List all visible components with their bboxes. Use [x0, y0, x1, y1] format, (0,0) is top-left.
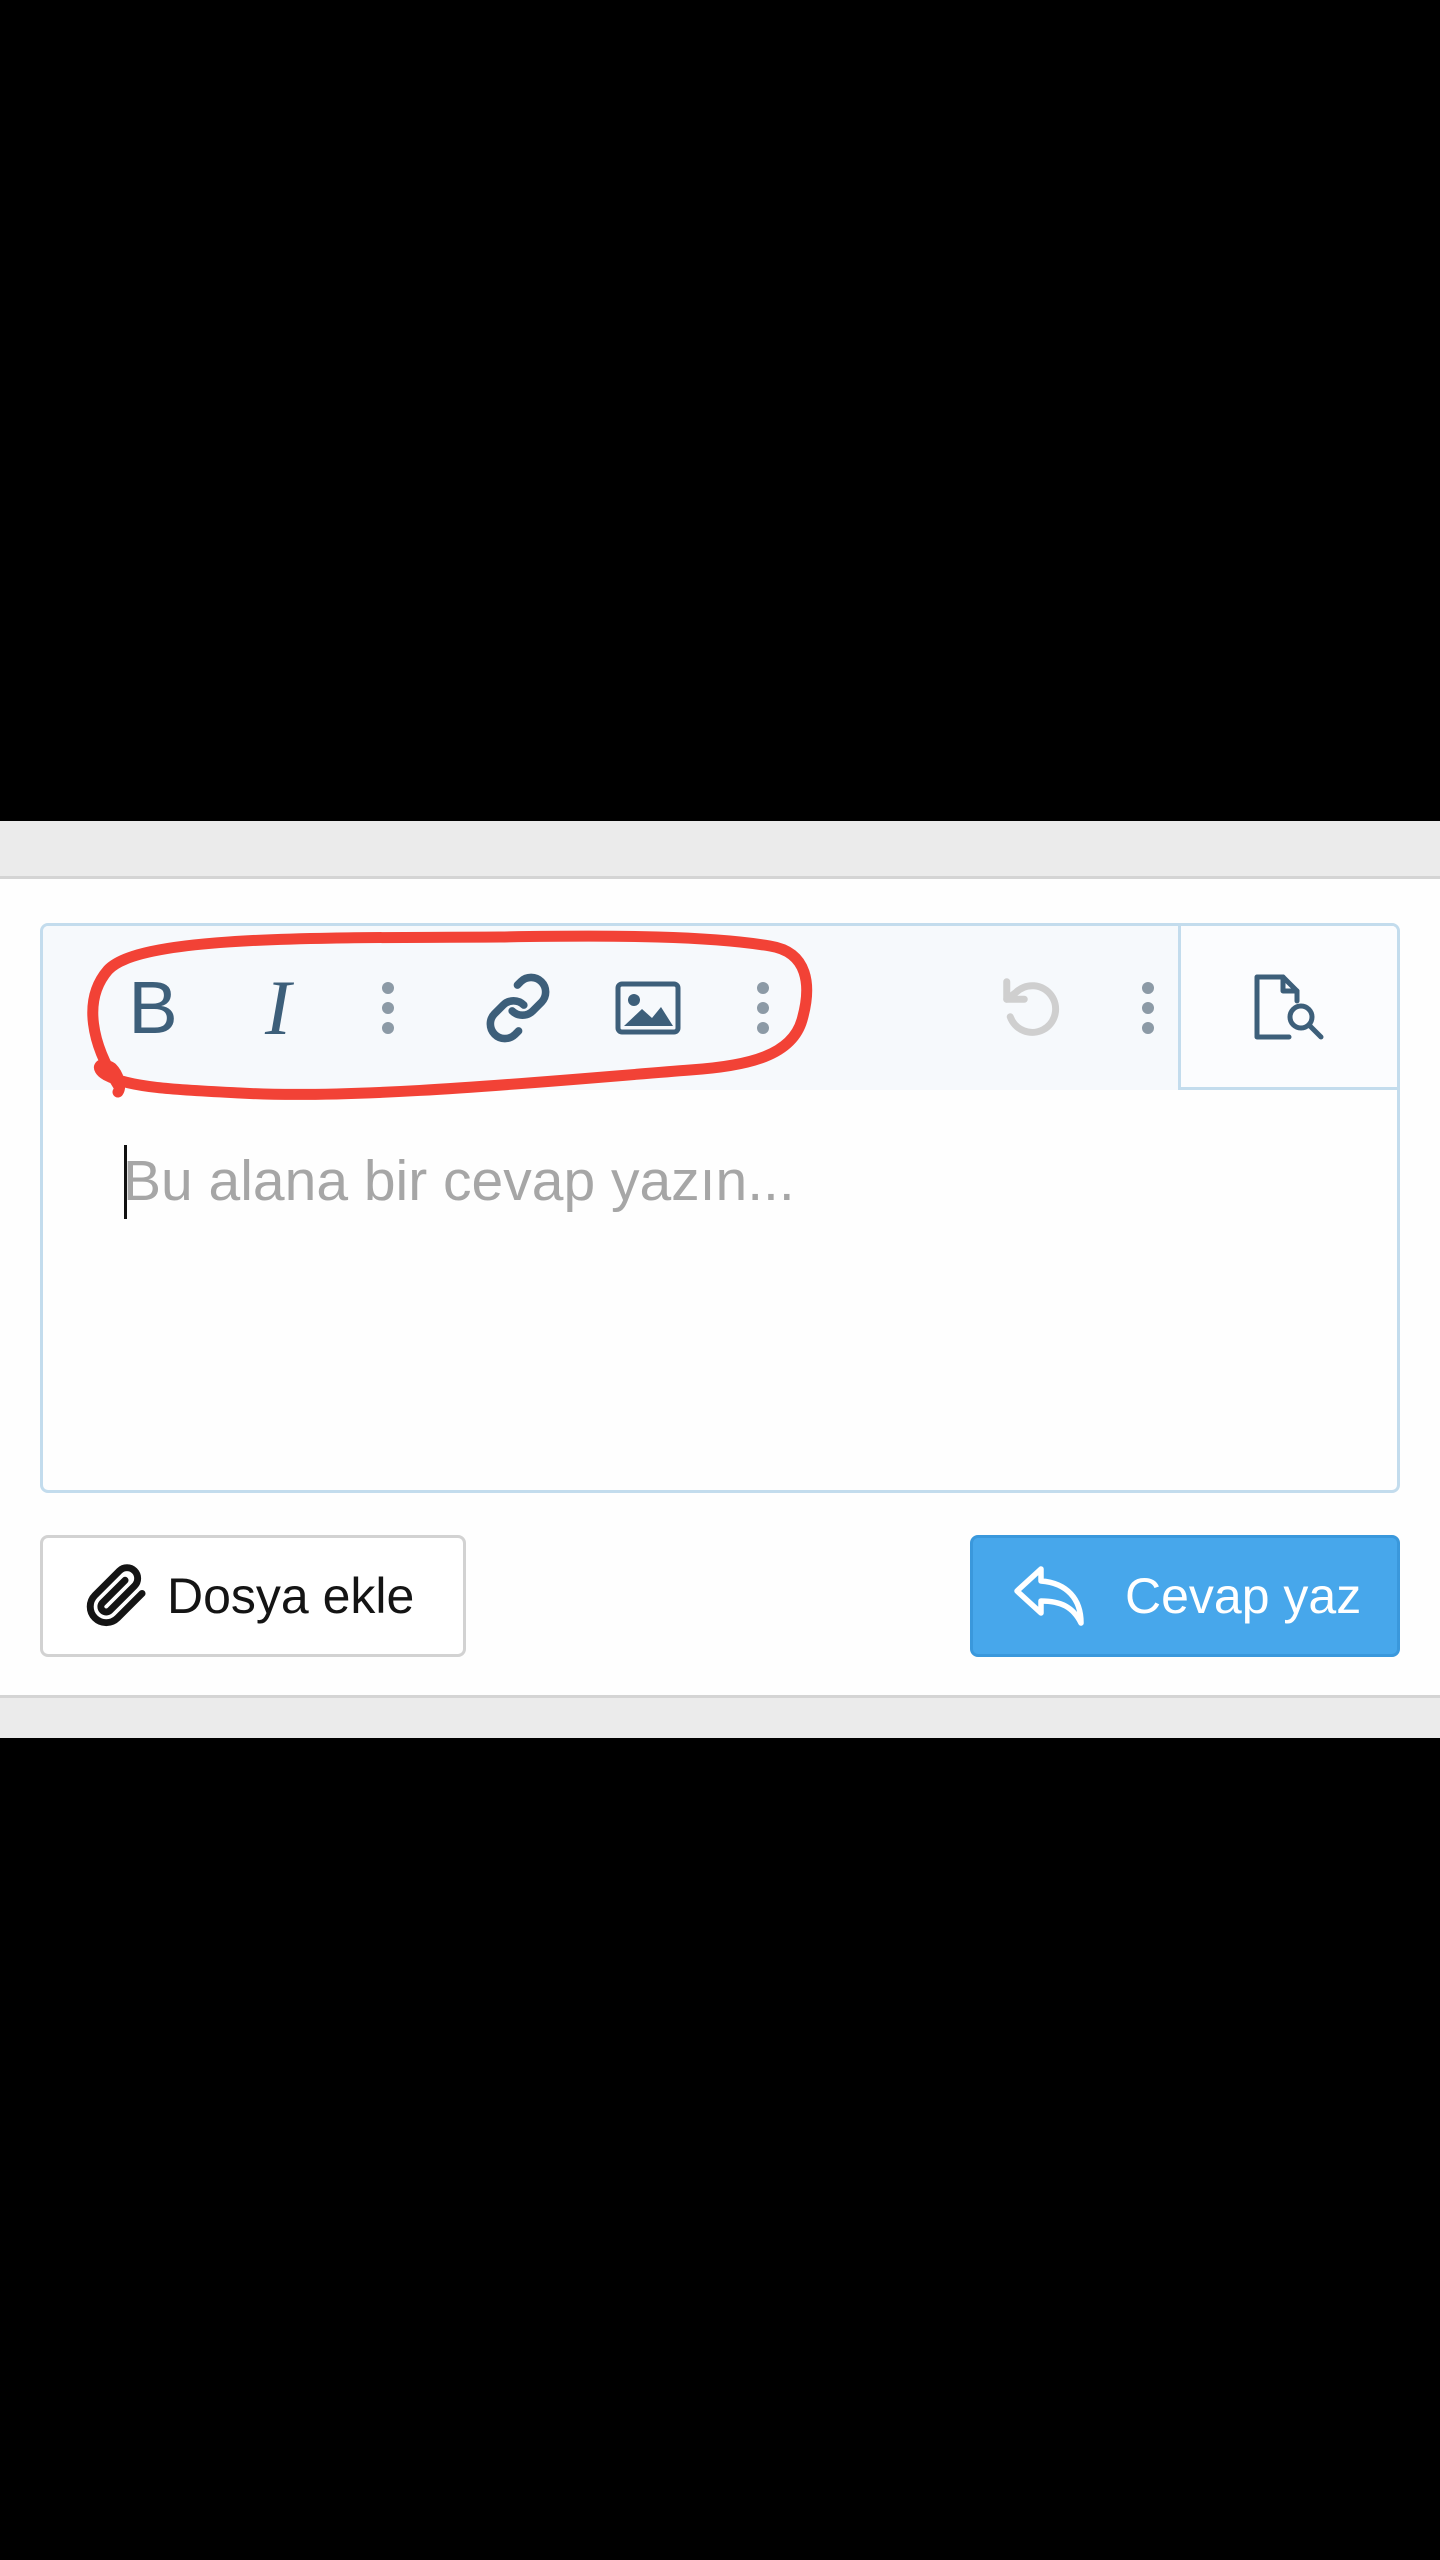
more-vertical-icon	[1142, 982, 1154, 1034]
image-button[interactable]	[593, 926, 703, 1090]
preview-icon-wrap	[1181, 926, 1397, 1087]
more-options-button[interactable]	[1118, 926, 1178, 1090]
preview-icon	[1254, 974, 1324, 1039]
top-separator-band	[0, 821, 1440, 879]
text-caret	[124, 1145, 127, 1219]
italic-icon: I	[265, 964, 291, 1051]
attach-file-label: Dosya ekle	[167, 1568, 415, 1624]
more-vertical-icon	[382, 982, 394, 1034]
link-icon	[486, 973, 550, 1043]
bottom-separator-band	[0, 1695, 1440, 1738]
bold-icon: B	[128, 966, 178, 1049]
reply-text-area[interactable]: Bu alana bir cevap yazın...	[123, 1141, 1323, 1221]
more-vertical-icon	[757, 982, 769, 1034]
reply-label: Cevap yaz	[1125, 1568, 1362, 1624]
reply-icon	[1014, 1566, 1084, 1626]
reply-button[interactable]: Cevap yaz	[970, 1535, 1400, 1657]
paperclip-icon	[86, 1564, 146, 1627]
attach-file-button[interactable]: Dosya ekle	[40, 1535, 466, 1657]
more-formatting-button[interactable]	[358, 926, 418, 1090]
more-insert-button[interactable]	[733, 926, 793, 1090]
link-button[interactable]	[463, 926, 573, 1090]
reply-placeholder: Bu alana bir cevap yazın...	[123, 1149, 795, 1213]
image-icon	[615, 981, 681, 1035]
undo-icon	[1003, 978, 1060, 1036]
editor-toolbar: B I	[43, 926, 1397, 1090]
undo-button[interactable]	[978, 926, 1088, 1090]
bold-button[interactable]: B	[103, 926, 203, 1090]
reply-editor: B I Bu alana bir cevap yazın...	[40, 923, 1400, 1493]
italic-button[interactable]: I	[228, 926, 328, 1090]
preview-button[interactable]	[1178, 926, 1397, 1090]
